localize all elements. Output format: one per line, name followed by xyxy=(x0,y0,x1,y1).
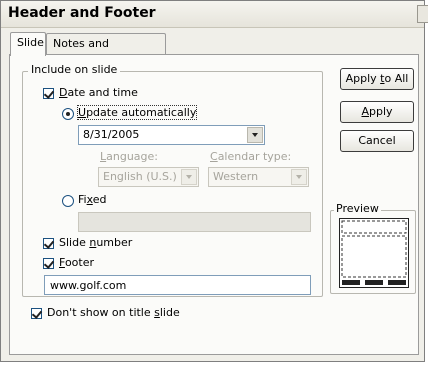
tab-notes-handouts[interactable]: Notes and Handouts xyxy=(46,33,166,70)
dont-show-title-slide-checkbox[interactable] xyxy=(31,308,42,319)
apply-to-all-button[interactable]: Apply to All xyxy=(340,68,414,90)
slide-number-label: Slide number xyxy=(59,236,133,249)
language-label: Language: xyxy=(100,150,159,163)
language-dropdown[interactable]: English (U.S.) xyxy=(98,167,199,187)
footer-label: Footer xyxy=(59,256,95,269)
date-time-checkbox[interactable] xyxy=(43,88,54,99)
chevron-down-icon[interactable] xyxy=(247,127,263,143)
tab-slide-label: Slide xyxy=(17,36,44,49)
title-bar-button-edge[interactable] xyxy=(417,5,428,23)
fixed-text-input[interactable] xyxy=(78,212,311,232)
calendar-type-label: Calendar type: xyxy=(210,150,292,163)
calendar-type-value: Western xyxy=(213,170,259,183)
footer-checkbox[interactable] xyxy=(43,258,54,269)
dont-show-title-slide-label: Don't show on title slide xyxy=(47,306,180,319)
footer-text-input[interactable]: www.golf.com xyxy=(44,275,311,295)
footer-text-value: www.golf.com xyxy=(50,279,127,292)
title-bar: Header and Footer xyxy=(1,1,428,28)
dialog-title: Header and Footer xyxy=(8,5,156,21)
preview-legend: Preview xyxy=(334,202,381,215)
chevron-down-icon[interactable] xyxy=(291,169,307,185)
include-on-slide-legend: Include on slide xyxy=(28,63,121,76)
date-time-label: Date and time xyxy=(59,86,138,99)
date-format-value: 8/31/2005 xyxy=(83,128,140,141)
fixed-label: Fixed xyxy=(78,193,107,206)
apply-button[interactable]: Apply xyxy=(340,101,414,123)
cancel-button[interactable]: Cancel xyxy=(340,130,414,152)
language-value: English (U.S.) xyxy=(103,170,177,183)
date-format-dropdown[interactable]: 8/31/2005 xyxy=(78,125,265,145)
chevron-down-icon[interactable] xyxy=(181,169,197,185)
update-automatically-label: Update automatically xyxy=(76,105,198,120)
slide-number-checkbox[interactable] xyxy=(43,238,54,249)
update-automatically-radio[interactable] xyxy=(62,108,74,120)
slide-preview-thumbnail xyxy=(339,218,409,288)
fixed-radio[interactable] xyxy=(62,195,74,207)
calendar-type-dropdown[interactable]: Western xyxy=(208,167,309,187)
tab-slide[interactable]: Slide xyxy=(10,32,46,56)
